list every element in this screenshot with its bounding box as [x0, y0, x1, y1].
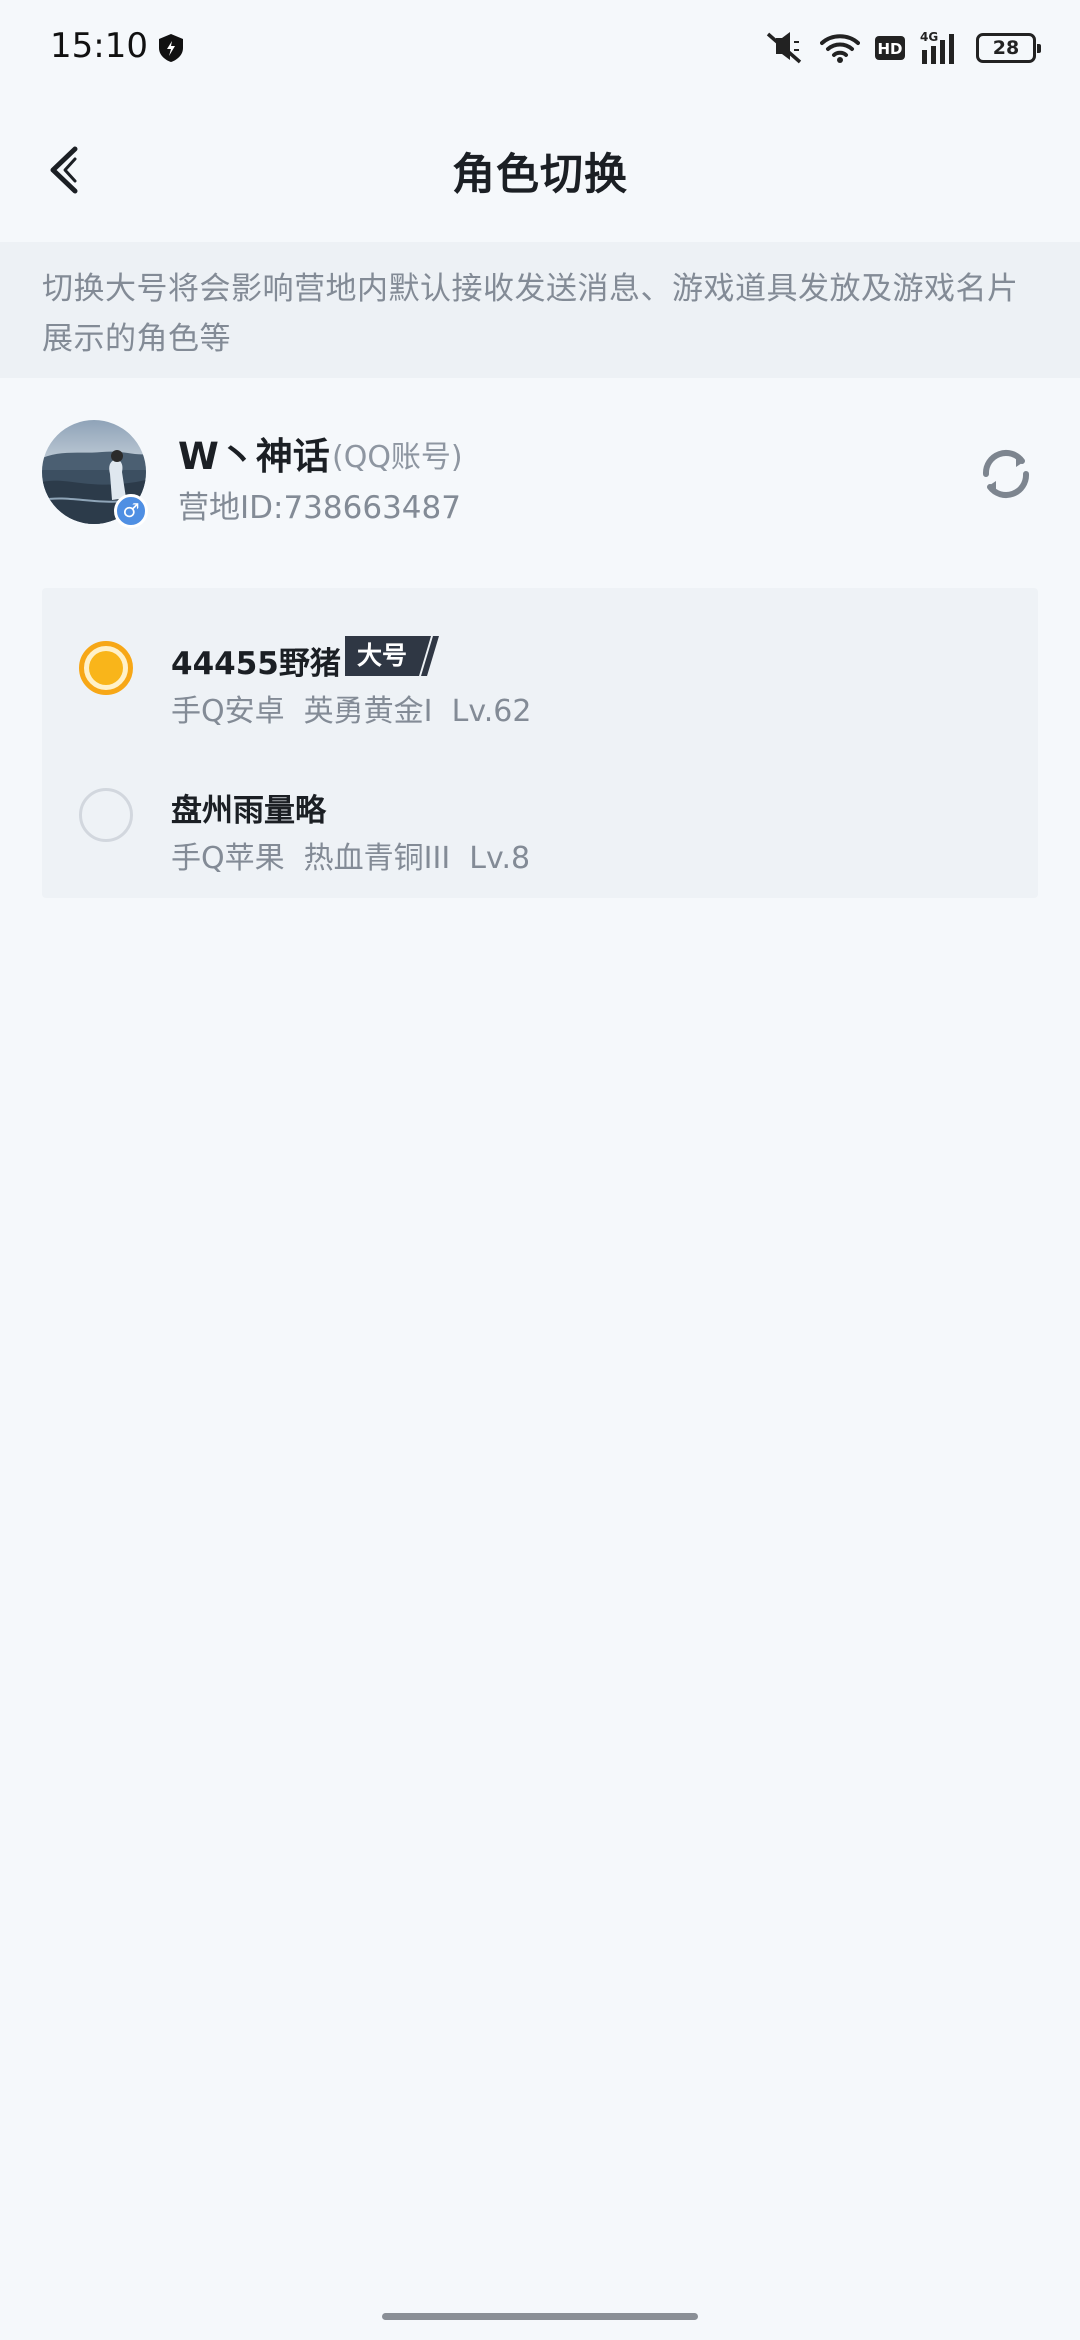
- role-name: 盘州雨量略: [171, 793, 326, 829]
- account-row: ♂ W丶神话 (QQ账号) 营地ID:738663487: [0, 412, 1080, 542]
- signal-4g-icon: 4G: [920, 30, 954, 64]
- hd-icon: HD: [875, 36, 905, 60]
- main-account-badge: 大号: [345, 636, 441, 676]
- role-list: 44455野猪 大号 手Q安卓 英勇黄金I Lv.62 盘州雨量略 手Q苹果 热…: [42, 588, 1038, 898]
- role-item[interactable]: 44455野猪 大号 手Q安卓 英勇黄金I Lv.62: [42, 598, 1038, 738]
- mute-icon: [766, 32, 802, 64]
- radio-selected[interactable]: [79, 641, 133, 695]
- app-header: 角色切换: [0, 110, 1080, 235]
- wifi-icon: [820, 34, 860, 63]
- home-indicator[interactable]: [382, 2313, 698, 2320]
- battery-level: 28: [992, 37, 1020, 59]
- status-icons: HD 4G 28: [764, 28, 1041, 68]
- camp-id: 营地ID:738663487: [178, 490, 461, 526]
- svg-text:HD: HD: [877, 40, 902, 58]
- role-name: 44455野猪: [171, 646, 341, 682]
- account-name: W丶神话: [178, 435, 330, 478]
- notice-text: 切换大号将会影响营地内默认接收发送消息、游戏道具发放及游戏名片展示的角色等: [42, 271, 1019, 357]
- page-title: 角色切换: [452, 150, 628, 200]
- shield-icon: [159, 34, 183, 62]
- refresh-button[interactable]: [976, 444, 1036, 504]
- male-icon: ♂: [114, 494, 148, 528]
- role-item[interactable]: 盘州雨量略 手Q苹果 热血青铜III Lv.8: [42, 745, 1038, 885]
- role-meta: 手Q苹果 热血青铜III Lv.8: [171, 841, 531, 876]
- role-meta: 手Q安卓 英勇黄金I Lv.62: [171, 694, 532, 729]
- status-time: 15:10: [50, 26, 148, 66]
- svg-text:4G: 4G: [920, 30, 938, 44]
- radio-unselected[interactable]: [79, 788, 133, 842]
- account-type: (QQ账号): [332, 440, 463, 475]
- refresh-icon: [982, 449, 1030, 499]
- status-bar: 15:10 HD 4G 28: [0, 0, 1080, 96]
- battery-icon: 28: [976, 33, 1041, 63]
- screen: 15:10 HD 4G 28 角色切换 切换大号将会影响营地内默认接收发送消息、…: [0, 0, 1080, 2340]
- main-account-badge-label: 大号: [345, 636, 420, 676]
- badge-stripe-icon: [419, 636, 440, 676]
- notice-banner: 切换大号将会影响营地内默认接收发送消息、游戏道具发放及游戏名片展示的角色等: [0, 242, 1080, 378]
